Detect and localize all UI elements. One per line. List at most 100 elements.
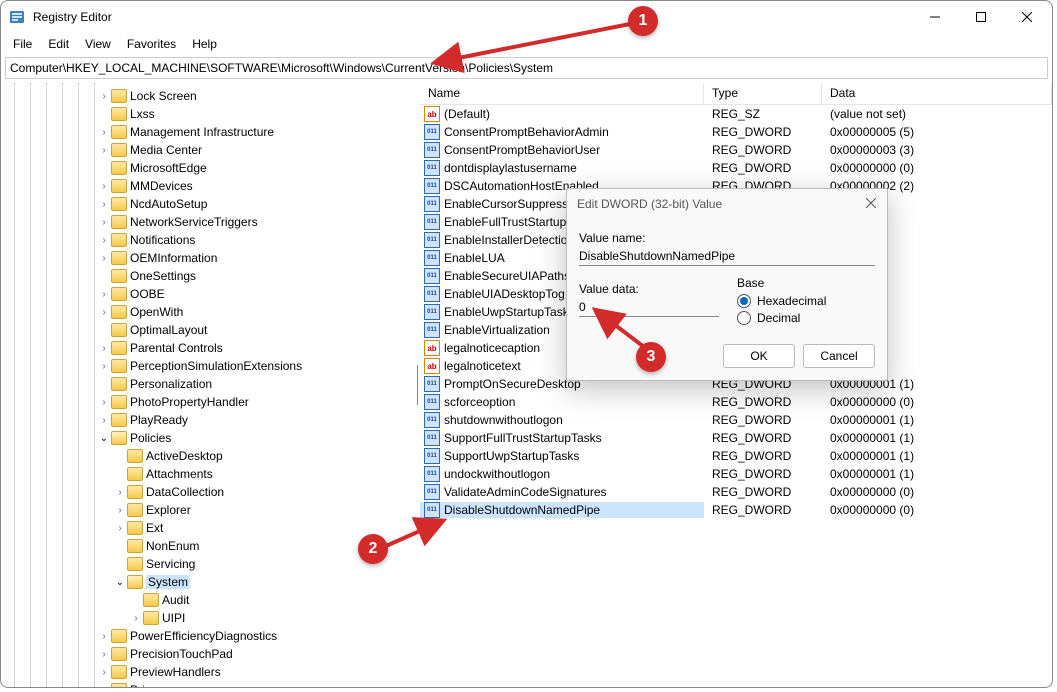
menu-favorites[interactable]: Favorites xyxy=(119,35,184,53)
chevron-icon[interactable]: › xyxy=(113,487,127,498)
tree-node[interactable]: ActiveDesktop xyxy=(1,447,415,465)
dialog-close-button[interactable] xyxy=(861,193,881,213)
chevron-icon[interactable]: › xyxy=(97,685,111,688)
tree-node-label: Notifications xyxy=(130,233,195,247)
chevron-icon[interactable]: › xyxy=(97,667,111,678)
tree-node[interactable]: OneSettings xyxy=(1,267,415,285)
tree-node[interactable]: Audit xyxy=(1,591,415,609)
menu-help[interactable]: Help xyxy=(184,35,225,53)
chevron-icon[interactable]: › xyxy=(97,361,111,372)
chevron-icon[interactable]: ⌄ xyxy=(97,433,111,444)
tree-node[interactable]: ›Media Center xyxy=(1,141,415,159)
tree-node[interactable]: Attachments xyxy=(1,465,415,483)
chevron-icon[interactable]: › xyxy=(113,505,127,516)
tree-node[interactable]: ›Explorer xyxy=(1,501,415,519)
chevron-icon[interactable]: › xyxy=(97,649,111,660)
value-row[interactable]: shutdownwithoutlogonREG_DWORD0x00000001 … xyxy=(420,411,1052,429)
tree-node[interactable]: ›OEMInformation xyxy=(1,249,415,267)
tree-node[interactable]: OptimalLayout xyxy=(1,321,415,339)
minimize-button[interactable] xyxy=(912,1,958,33)
tree-node[interactable]: Lxss xyxy=(1,105,415,123)
tree-node[interactable]: ›OOBE xyxy=(1,285,415,303)
chevron-icon[interactable]: › xyxy=(97,199,111,210)
ok-button[interactable]: OK xyxy=(723,344,795,368)
value-name-field[interactable] xyxy=(579,247,875,266)
value-row[interactable]: scforceoptionREG_DWORD0x00000000 (0) xyxy=(420,393,1052,411)
chevron-icon[interactable]: › xyxy=(97,181,111,192)
tree-pane[interactable]: ›Lock ScreenLxss›Management Infrastructu… xyxy=(1,83,415,687)
tree-node[interactable]: ›PlayReady xyxy=(1,411,415,429)
radio-hexadecimal[interactable]: Hexadecimal xyxy=(737,294,875,308)
tree-node[interactable]: ›PerceptionSimulationExtensions xyxy=(1,357,415,375)
cancel-button[interactable]: Cancel xyxy=(803,344,875,368)
chevron-icon[interactable]: › xyxy=(97,235,111,246)
chevron-icon[interactable]: › xyxy=(97,145,111,156)
chevron-icon[interactable]: › xyxy=(97,397,111,408)
titlebar[interactable]: Registry Editor xyxy=(1,1,1052,33)
chevron-icon[interactable]: › xyxy=(97,343,111,354)
tree-node[interactable]: ›DataCollection xyxy=(1,483,415,501)
chevron-icon[interactable]: › xyxy=(129,613,143,624)
menu-file[interactable]: File xyxy=(5,35,40,53)
tree-node[interactable]: ›Parental Controls xyxy=(1,339,415,357)
value-row[interactable]: SupportUwpStartupTasksREG_DWORD0x0000000… xyxy=(420,447,1052,465)
chevron-icon[interactable]: › xyxy=(97,127,111,138)
dialog-title[interactable]: Edit DWORD (32-bit) Value xyxy=(567,189,887,219)
tree-node[interactable]: ⌄Policies xyxy=(1,429,415,447)
tree-node[interactable]: MicrosoftEdge xyxy=(1,159,415,177)
value-row[interactable]: DisableShutdownNamedPipeREG_DWORD0x00000… xyxy=(420,501,1052,519)
value-type: REG_DWORD xyxy=(704,485,822,499)
tree-node[interactable]: ›PhotoPropertyHandler xyxy=(1,393,415,411)
tree-node[interactable]: ›NcdAutoSetup xyxy=(1,195,415,213)
value-row[interactable]: SupportFullTrustStartupTasksREG_DWORD0x0… xyxy=(420,429,1052,447)
chevron-icon[interactable]: › xyxy=(97,415,111,426)
chevron-icon[interactable]: › xyxy=(97,253,111,264)
chevron-icon[interactable]: › xyxy=(97,217,111,228)
tree-node[interactable]: ›Privacy xyxy=(1,681,415,687)
value-type: REG_DWORD xyxy=(704,161,822,175)
tree-node[interactable]: ›UIPI xyxy=(1,609,415,627)
tree-node[interactable]: Servicing xyxy=(1,555,415,573)
list-header[interactable]: Name Type Data xyxy=(420,83,1052,105)
tree-node[interactable]: ›PrecisionTouchPad xyxy=(1,645,415,663)
dword-value-icon xyxy=(424,394,440,410)
header-data[interactable]: Data xyxy=(822,83,1052,104)
tree-node[interactable]: ›PreviewHandlers xyxy=(1,663,415,681)
tree-node[interactable]: ›OpenWith xyxy=(1,303,415,321)
header-name[interactable]: Name xyxy=(420,83,704,104)
value-data-field[interactable] xyxy=(579,298,719,317)
tree-node[interactable]: ›Lock Screen xyxy=(1,87,415,105)
tree-node[interactable]: ›Ext xyxy=(1,519,415,537)
chevron-icon[interactable]: › xyxy=(113,523,127,534)
value-row[interactable]: dontdisplaylastusernameREG_DWORD0x000000… xyxy=(420,159,1052,177)
tree-node[interactable]: ⌄System xyxy=(1,573,415,591)
chevron-icon[interactable]: ⌄ xyxy=(113,577,127,588)
maximize-button[interactable] xyxy=(958,1,1004,33)
folder-icon xyxy=(111,647,127,661)
value-row[interactable]: ValidateAdminCodeSignaturesREG_DWORD0x00… xyxy=(420,483,1052,501)
value-row[interactable]: undockwithoutlogonREG_DWORD0x00000001 (1… xyxy=(420,465,1052,483)
value-row[interactable]: (Default)REG_SZ(value not set) xyxy=(420,105,1052,123)
tree-node[interactable]: Personalization xyxy=(1,375,415,393)
tree-node[interactable]: NonEnum xyxy=(1,537,415,555)
content-area: ›Lock ScreenLxss›Management Infrastructu… xyxy=(1,83,1052,687)
value-name: shutdownwithoutlogon xyxy=(444,413,563,427)
chevron-icon[interactable]: › xyxy=(97,631,111,642)
chevron-icon[interactable]: › xyxy=(97,91,111,102)
value-row[interactable]: ConsentPromptBehaviorUserREG_DWORD0x0000… xyxy=(420,141,1052,159)
menu-view[interactable]: View xyxy=(77,35,119,53)
value-row[interactable]: ConsentPromptBehaviorAdminREG_DWORD0x000… xyxy=(420,123,1052,141)
close-button[interactable] xyxy=(1004,1,1050,33)
address-bar[interactable]: Computer\HKEY_LOCAL_MACHINE\SOFTWARE\Mic… xyxy=(5,57,1048,79)
header-type[interactable]: Type xyxy=(704,83,822,104)
radio-decimal[interactable]: Decimal xyxy=(737,311,875,325)
splitter[interactable] xyxy=(415,83,420,687)
chevron-icon[interactable]: › xyxy=(97,307,111,318)
tree-node[interactable]: ›PowerEfficiencyDiagnostics xyxy=(1,627,415,645)
tree-node[interactable]: ›MMDevices xyxy=(1,177,415,195)
tree-node[interactable]: ›Management Infrastructure xyxy=(1,123,415,141)
menu-edit[interactable]: Edit xyxy=(40,35,77,53)
tree-node[interactable]: › Notifications xyxy=(1,231,415,249)
chevron-icon[interactable]: › xyxy=(97,289,111,300)
tree-node[interactable]: ›NetworkServiceTriggers xyxy=(1,213,415,231)
